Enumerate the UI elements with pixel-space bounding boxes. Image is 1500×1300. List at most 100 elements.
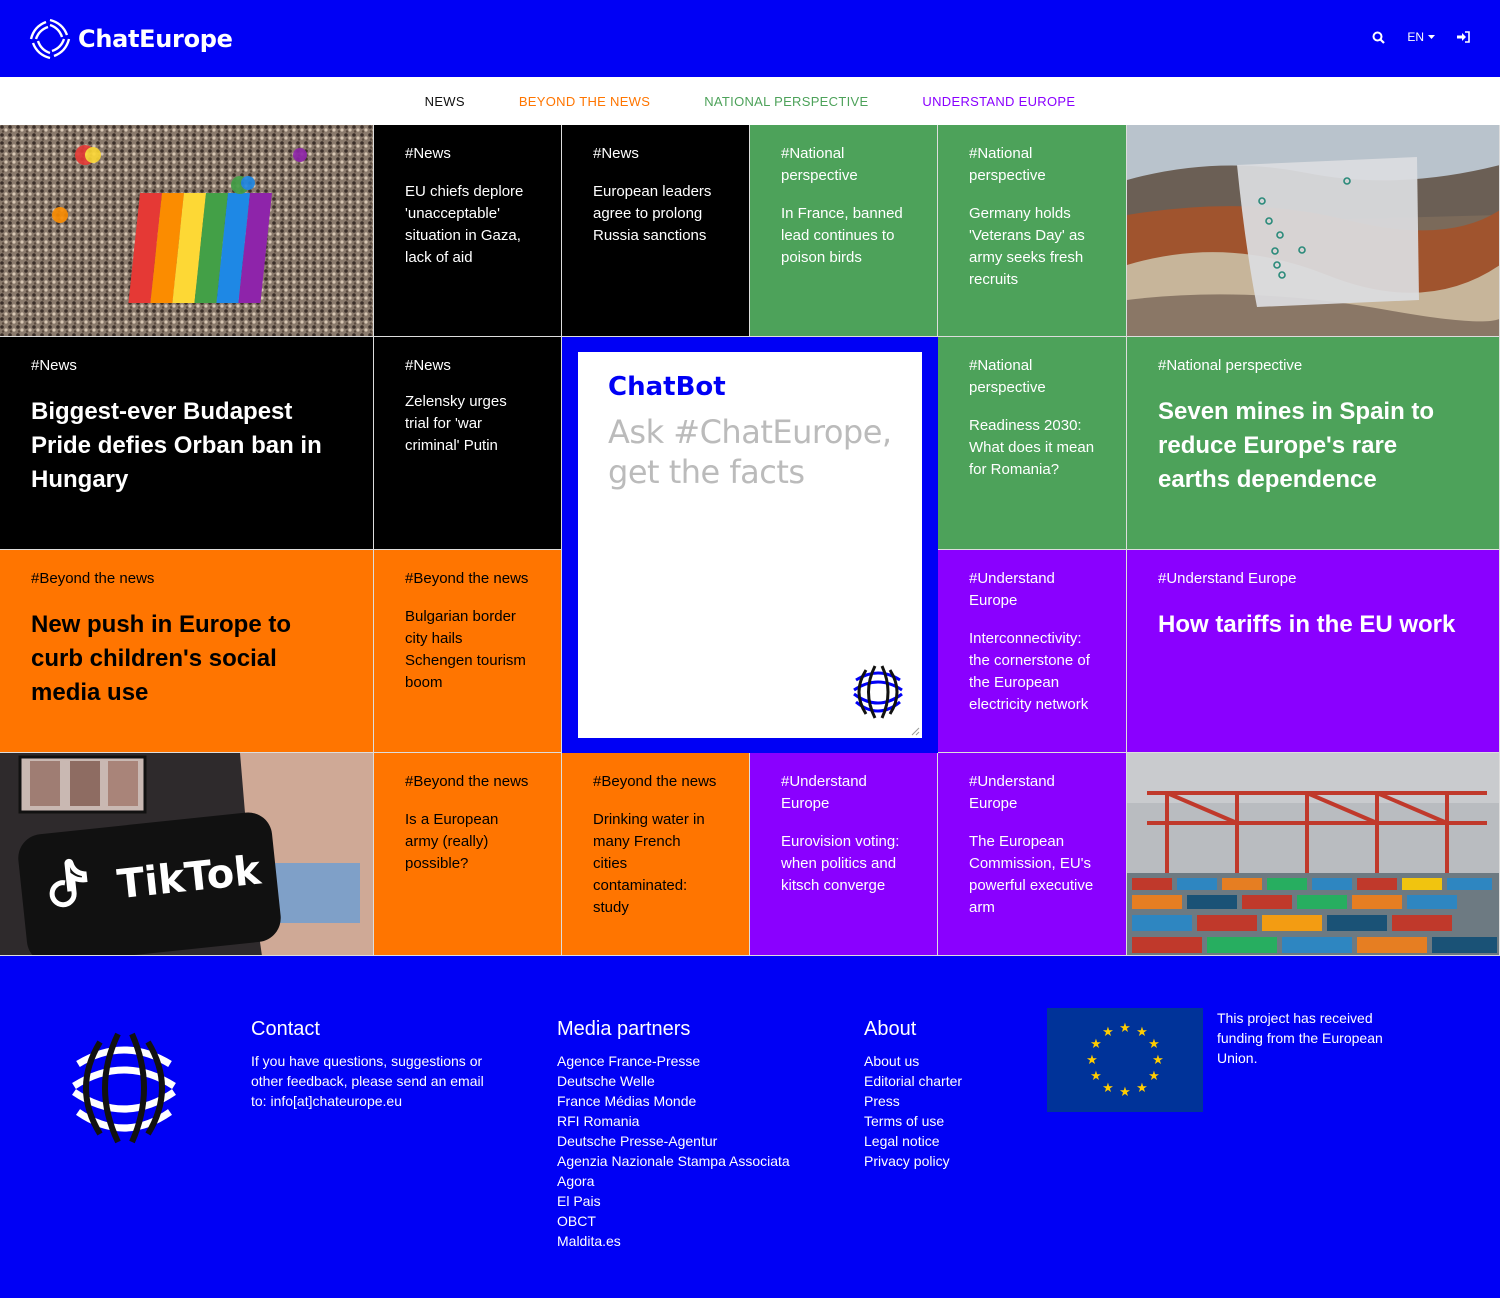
container-port-image: [1127, 753, 1499, 955]
partner-link[interactable]: Agence France-Presse: [557, 1051, 827, 1071]
site-footer: Contact If you have questions, suggestio…: [0, 956, 1500, 1300]
about-link[interactable]: About us: [864, 1051, 1034, 1071]
article-tag: #Understand Europe: [781, 773, 867, 812]
pride-crowd-image: [0, 125, 373, 336]
brand-logo-link[interactable]: ChatEurope: [28, 17, 233, 61]
article-title: Is a European army (really) possible?: [405, 811, 499, 872]
article-title: Zelensky urges trial for 'war criminal' …: [405, 393, 507, 454]
svg-text:★: ★: [1090, 1037, 1102, 1052]
footer-contact-heading: Contact: [251, 1018, 320, 1040]
article-tile[interactable]: #Beyond the news Drinking water in many …: [562, 753, 750, 956]
svg-text:★: ★: [1136, 1025, 1148, 1040]
article-tile[interactable]: #Understand Europe Interconnectivity: th…: [938, 550, 1127, 753]
about-link[interactable]: Legal notice: [864, 1131, 1034, 1151]
main-nav: NEWS BEYOND THE NEWS NATIONAL PERSPECTIV…: [0, 77, 1500, 125]
svg-text:★: ★: [1086, 1053, 1098, 1068]
partner-link[interactable]: France Médias Monde: [557, 1091, 827, 1111]
article-tile[interactable]: #News Zelensky urges trial for 'war crim…: [374, 337, 562, 550]
eu-funding-text: This project has received funding from t…: [1217, 1010, 1383, 1066]
article-title: Bulgarian border city hails Schengen tou…: [405, 608, 526, 691]
site-header: ChatEurope EN: [0, 0, 1500, 77]
article-tile[interactable]: #National perspective Readiness 2030: Wh…: [938, 337, 1127, 550]
article-grid: #News EU chiefs deplore 'unacceptable' s…: [0, 125, 1500, 956]
svg-text:★: ★: [1102, 1025, 1114, 1040]
about-link[interactable]: Terms of use: [864, 1111, 1034, 1131]
article-tile[interactable]: #Beyond the news Is a European army (rea…: [374, 753, 562, 956]
partner-link[interactable]: Maldita.es: [557, 1231, 827, 1251]
pride-image-tile[interactable]: [0, 125, 374, 337]
article-tag: #News: [593, 145, 639, 162]
article-title: Seven mines in Spain to reduce Europe's …: [1158, 398, 1435, 493]
svg-text:★: ★: [1102, 1081, 1114, 1096]
article-tile[interactable]: #Understand Europe How tariffs in the EU…: [1127, 550, 1500, 753]
article-tag: #Beyond the news: [405, 773, 529, 790]
partner-link[interactable]: Deutsche Welle: [557, 1071, 827, 1091]
partner-link[interactable]: El Pais: [557, 1191, 827, 1211]
article-tile[interactable]: #Understand Europe Eurovision voting: wh…: [750, 753, 938, 956]
login-icon[interactable]: [1457, 31, 1470, 43]
svg-text:★: ★: [1148, 1037, 1160, 1052]
article-title: Biggest-ever Budapest Pride defies Orban…: [31, 398, 322, 493]
article-tag: #National perspective: [1158, 357, 1303, 374]
article-title: Interconnectivity: the cornerstone of th…: [969, 630, 1090, 713]
chatbot-input-placeholder[interactable]: Ask #ChatEurope, get the facts: [608, 412, 892, 492]
article-tile[interactable]: #Beyond the news Bulgarian border city h…: [374, 550, 562, 753]
article-title: Readiness 2030: What does it mean for Ro…: [969, 417, 1095, 478]
nav-understand-europe[interactable]: UNDERSTAND EUROPE: [922, 94, 1075, 109]
svg-text:★: ★: [1136, 1081, 1148, 1096]
article-tile[interactable]: #National perspective Seven mines in Spa…: [1127, 337, 1500, 550]
about-link[interactable]: Editorial charter: [864, 1071, 1034, 1091]
article-tag: #Beyond the news: [593, 773, 717, 790]
chateurope-footer-emblem-icon: [72, 1032, 176, 1144]
brand-name: ChatEurope: [78, 25, 233, 53]
mines-image-tile[interactable]: [1127, 125, 1500, 337]
nav-news[interactable]: NEWS: [425, 94, 465, 109]
article-tile[interactable]: #National perspective In France, banned …: [750, 125, 938, 337]
about-link[interactable]: Press: [864, 1091, 1034, 1111]
resize-handle-icon[interactable]: [910, 726, 920, 736]
tiktok-phone-image: TikTok: [0, 753, 373, 955]
mine-landscape-image: [1127, 125, 1499, 336]
partner-link[interactable]: RFI Romania: [557, 1111, 827, 1131]
chateurope-emblem-icon: [849, 663, 907, 721]
article-tag: #Understand Europe: [969, 570, 1055, 609]
article-title: New push in Europe to curb children's so…: [31, 611, 292, 706]
footer-about: About About us Editorial charter Press T…: [864, 1018, 1034, 1171]
chateurope-logo-icon: [29, 18, 71, 60]
partner-link[interactable]: Agenzia Nazionale Stampa Associata: [557, 1151, 827, 1171]
article-title: Germany holds 'Veterans Day' as army see…: [969, 205, 1085, 288]
partner-link[interactable]: OBCT: [557, 1211, 827, 1231]
article-tag: #Understand Europe: [1158, 570, 1297, 587]
svg-text:★: ★: [1119, 1021, 1131, 1036]
header-tools: EN: [1372, 30, 1470, 44]
partner-link[interactable]: Agora: [557, 1171, 827, 1191]
article-tile[interactable]: #Beyond the news New push in Europe to c…: [0, 550, 374, 753]
article-tile[interactable]: #News EU chiefs deplore 'unacceptable' s…: [374, 125, 562, 337]
port-image-tile[interactable]: [1127, 753, 1500, 956]
article-tile[interactable]: #Understand Europe The European Commissi…: [938, 753, 1127, 956]
article-tile[interactable]: #News Biggest-ever Budapest Pride defies…: [0, 337, 374, 550]
article-title: EU chiefs deplore 'unacceptable' situati…: [405, 183, 524, 266]
caret-down-icon: [1428, 34, 1435, 39]
svg-text:★: ★: [1090, 1069, 1102, 1084]
article-title: How tariffs in the EU work: [1158, 611, 1456, 638]
article-tile[interactable]: #National perspective Germany holds 'Vet…: [938, 125, 1127, 337]
chatbot-panel[interactable]: ChatBot Ask #ChatEurope, get the facts: [578, 352, 922, 738]
tiktok-image-tile[interactable]: TikTok: [0, 753, 374, 956]
article-tag: #National perspective: [969, 145, 1046, 184]
partner-link[interactable]: Deutsche Presse-Agentur: [557, 1131, 827, 1151]
language-label: EN: [1407, 30, 1424, 44]
nav-national-perspective[interactable]: NATIONAL PERSPECTIVE: [704, 94, 868, 109]
svg-text:★: ★: [1152, 1053, 1164, 1068]
svg-text:★: ★: [1148, 1069, 1160, 1084]
article-tile[interactable]: #News European leaders agree to prolong …: [562, 125, 750, 337]
language-selector[interactable]: EN: [1407, 30, 1435, 44]
nav-beyond-the-news[interactable]: BEYOND THE NEWS: [519, 94, 650, 109]
svg-text:★: ★: [1119, 1085, 1131, 1100]
search-icon[interactable]: [1372, 31, 1386, 44]
about-link[interactable]: Privacy policy: [864, 1151, 1034, 1171]
eu-flag: ★ ★ ★ ★ ★ ★ ★ ★ ★ ★ ★ ★: [1047, 1008, 1203, 1112]
article-tag: #News: [405, 357, 451, 374]
article-title: The European Commission, EU's powerful e…: [969, 833, 1094, 916]
footer-contact: Contact If you have questions, suggestio…: [251, 1018, 496, 1111]
